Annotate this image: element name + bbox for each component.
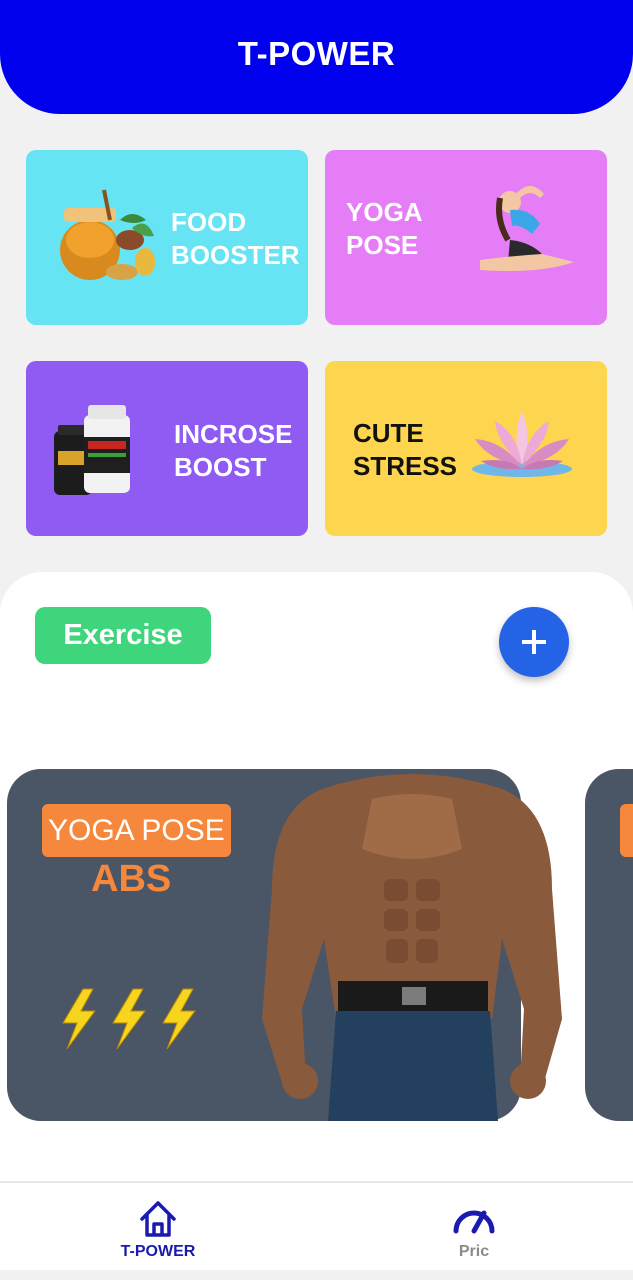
app-title: T-POWER [237, 35, 396, 72]
nav-label: Pric [458, 1243, 490, 1260]
category-card-food-booster[interactable]: FOOD BOOSTER [26, 150, 308, 325]
exercise-chip[interactable]: Exercise [35, 607, 211, 664]
banner-subtitle: ABS [91, 858, 172, 900]
category-label: INCROSE BOOST [174, 419, 293, 482]
exercise-banner-abs[interactable]: YOGA POSE ABS [7, 769, 562, 1121]
banner-tag: YOGA POSE [42, 804, 231, 857]
system-gesture-area [0, 1270, 633, 1280]
exercise-banner-next[interactable] [585, 769, 633, 1121]
lotus-flower-image [472, 411, 572, 477]
plus-icon [522, 630, 546, 654]
nav-item-t-power[interactable]: T-POWER [88, 1183, 228, 1272]
add-button[interactable] [499, 607, 569, 677]
home-icon [140, 1201, 176, 1237]
nav-label: T-POWER [120, 1243, 196, 1260]
category-card-cute-stress[interactable]: CUTE STRESS [325, 361, 607, 536]
category-card-yoga-pose[interactable]: YOGA POSE [325, 150, 607, 325]
speedometer-icon [453, 1210, 495, 1234]
banner-tag [620, 804, 633, 857]
category-label: FOOD BOOSTER [171, 207, 300, 270]
lightning-bolts-icon [53, 987, 203, 1051]
supplement-bottles-image [54, 405, 130, 495]
bottom-navigation: T-POWER Pric [0, 1181, 633, 1270]
yoga-pose-image [480, 186, 574, 271]
category-label: YOGA POSE [346, 197, 423, 260]
category-label: CUTE STRESS [353, 418, 458, 481]
app-screen: T-POWER FOOD BOOSTER YOGA POSE INCROSE B… [0, 0, 633, 1280]
honey-ginger-image [60, 189, 155, 280]
app-header: T-POWER [0, 0, 633, 114]
nav-item-pric[interactable]: Pric [404, 1183, 544, 1272]
category-card-incrose-boost[interactable]: INCROSE BOOST [26, 361, 308, 536]
muscular-man-image [262, 774, 562, 1121]
